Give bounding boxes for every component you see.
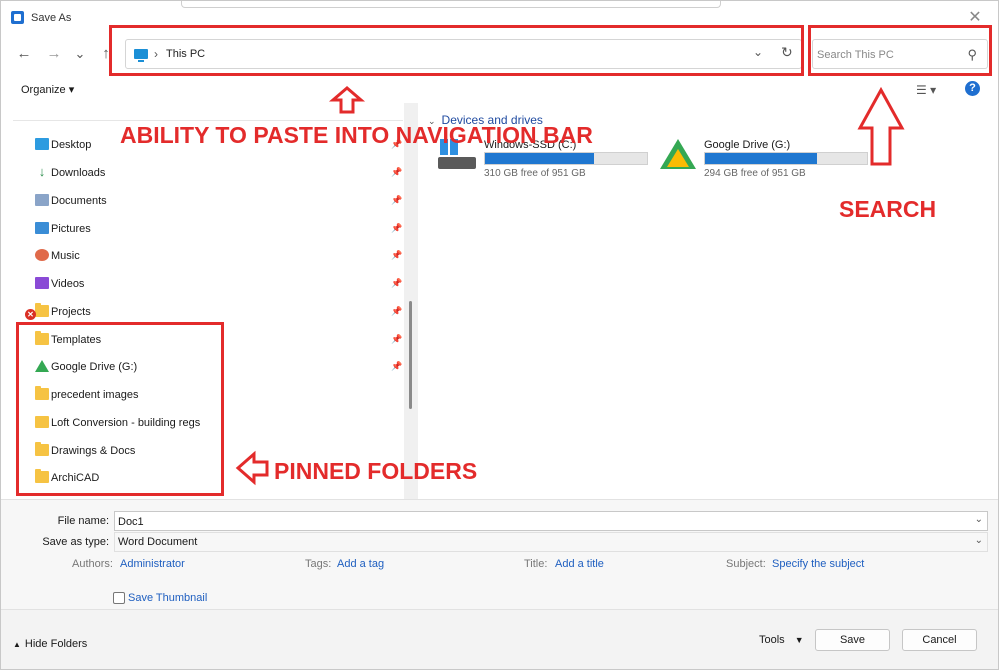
annotation-arrows bbox=[235, 86, 905, 486]
up-arrow-icon bbox=[857, 86, 905, 166]
left-arrow-icon bbox=[235, 450, 269, 486]
up-arrow-icon bbox=[328, 86, 366, 114]
